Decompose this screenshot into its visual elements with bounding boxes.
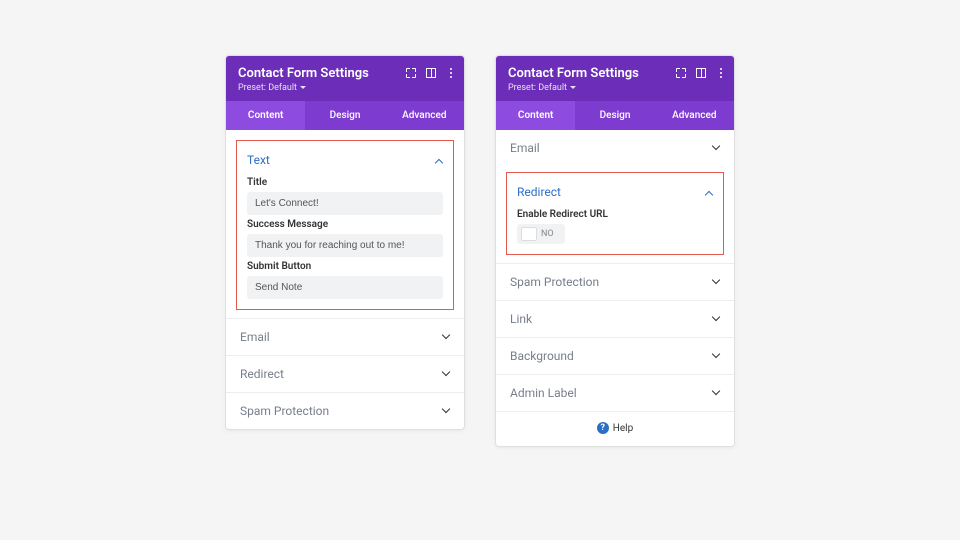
preset-dropdown[interactable]: Preset: Default — [238, 83, 452, 93]
tab-advanced[interactable]: Advanced — [655, 101, 734, 130]
split-view-icon[interactable] — [694, 66, 708, 80]
panel-body: Text Title Success Message Submit Button… — [226, 140, 464, 429]
more-icon[interactable] — [714, 66, 728, 80]
help-button[interactable]: ? Help — [496, 411, 734, 446]
header-icons — [674, 66, 728, 80]
panel-header: Contact Form Settings Preset: Default — [496, 56, 734, 101]
field-label-success: Success Message — [247, 219, 443, 230]
panel-header: Contact Form Settings Preset: Default — [226, 56, 464, 101]
section-title: Redirect — [517, 185, 561, 199]
tab-content[interactable]: Content — [226, 101, 305, 130]
section-label: Email — [510, 141, 540, 155]
chevron-up-icon — [435, 153, 443, 167]
help-icon: ? — [597, 422, 609, 434]
section-header-text[interactable]: Text — [247, 149, 443, 173]
section-label: Email — [240, 330, 270, 344]
submit-button-input[interactable] — [247, 276, 443, 299]
section-title: Text — [247, 153, 270, 167]
field-label-submit: Submit Button — [247, 261, 443, 272]
help-label: Help — [613, 423, 633, 434]
section-row-email[interactable]: Email — [226, 318, 464, 355]
section-row-background[interactable]: Background — [496, 337, 734, 374]
section-label: Background — [510, 349, 574, 363]
section-label: Link — [510, 312, 532, 326]
title-input[interactable] — [247, 192, 443, 215]
section-header-redirect[interactable]: Redirect — [517, 181, 713, 205]
section-row-link[interactable]: Link — [496, 300, 734, 337]
tab-design[interactable]: Design — [305, 101, 384, 130]
chevron-up-icon — [705, 185, 713, 199]
chevron-down-icon — [712, 388, 720, 399]
header-icons — [404, 66, 458, 80]
more-icon[interactable] — [444, 66, 458, 80]
chevron-down-icon — [442, 406, 450, 417]
settings-panel-right: Contact Form Settings Preset: Default Co… — [495, 55, 735, 447]
tab-content[interactable]: Content — [496, 101, 575, 130]
fullscreen-icon[interactable] — [404, 66, 418, 80]
chevron-down-icon — [712, 314, 720, 325]
section-label: Admin Label — [510, 386, 577, 400]
chevron-down-icon — [712, 143, 720, 154]
settings-panel-left: Contact Form Settings Preset: Default Co… — [225, 55, 465, 430]
preset-dropdown[interactable]: Preset: Default — [508, 83, 722, 93]
tab-advanced[interactable]: Advanced — [385, 101, 464, 130]
toggle-row: NO — [517, 224, 713, 244]
toggle-label: NO — [541, 229, 554, 239]
chevron-down-icon — [442, 369, 450, 380]
redirect-section-highlighted: Redirect Enable Redirect URL NO — [506, 172, 724, 255]
fullscreen-icon[interactable] — [674, 66, 688, 80]
success-message-input[interactable] — [247, 234, 443, 257]
section-row-email[interactable]: Email — [496, 130, 734, 166]
section-label: Redirect — [240, 367, 284, 381]
section-row-spam[interactable]: Spam Protection — [496, 263, 734, 300]
section-row-spam[interactable]: Spam Protection — [226, 392, 464, 429]
enable-redirect-toggle[interactable]: NO — [517, 224, 565, 244]
chevron-down-icon — [712, 351, 720, 362]
text-section-highlighted: Text Title Success Message Submit Button — [236, 140, 454, 310]
field-label-title: Title — [247, 177, 443, 188]
chevron-down-icon — [442, 332, 450, 343]
split-view-icon[interactable] — [424, 66, 438, 80]
section-row-admin-label[interactable]: Admin Label — [496, 374, 734, 411]
tab-bar: Content Design Advanced — [496, 101, 734, 130]
section-label: Spam Protection — [240, 404, 329, 418]
tab-bar: Content Design Advanced — [226, 101, 464, 130]
section-label: Spam Protection — [510, 275, 599, 289]
chevron-down-icon — [712, 277, 720, 288]
panel-body: Email Redirect Enable Redirect URL NO Sp… — [496, 130, 734, 446]
tab-design[interactable]: Design — [575, 101, 654, 130]
toggle-knob — [521, 227, 537, 241]
field-label-enable-redirect: Enable Redirect URL — [517, 209, 713, 220]
section-row-redirect[interactable]: Redirect — [226, 355, 464, 392]
